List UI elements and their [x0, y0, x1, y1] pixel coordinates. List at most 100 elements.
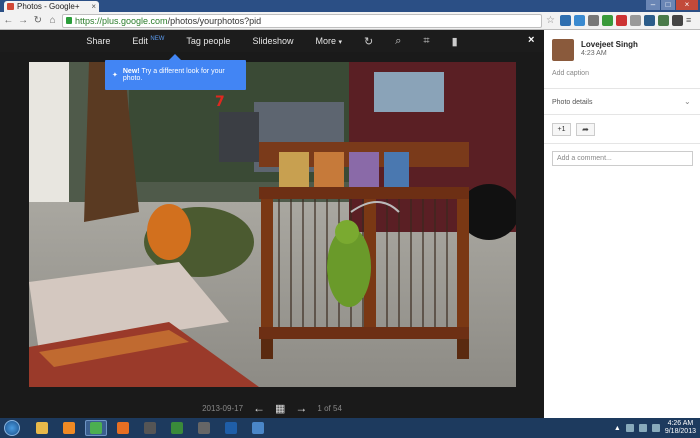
extension-icon[interactable] [644, 15, 655, 26]
comment-input[interactable]: Add a comment... [552, 151, 693, 166]
photo-position: 1 of 54 [317, 403, 342, 413]
back-icon[interactable]: ← [3, 15, 14, 27]
divider [544, 114, 700, 115]
user-name[interactable]: Lovejeet Singh [581, 40, 638, 49]
share-arrow-button[interactable]: ➦ [576, 123, 595, 136]
photo-viewer-toolbar: Share Edit NEW Tag people Slideshow More… [0, 30, 544, 52]
taskbar-app-app-star[interactable] [166, 420, 188, 436]
tab-title: Photos - Google+ [17, 2, 80, 11]
plus-one-button[interactable]: +1 [552, 123, 571, 136]
app-pen-icon [198, 422, 210, 434]
flag-icon[interactable] [625, 424, 634, 432]
tooltip-text: New! Try a different look for your photo… [123, 68, 246, 82]
extension-icon[interactable] [672, 15, 683, 26]
maximize-button[interactable]: □ [661, 0, 675, 10]
chevron-down-icon[interactable]: ⌄ [684, 97, 691, 106]
avatar[interactable] [552, 39, 574, 61]
zoom-icon[interactable]: ⌕ [395, 35, 401, 48]
trash-icon[interactable]: ▮ [452, 35, 458, 48]
app-star-icon [171, 422, 183, 434]
reload-icon[interactable]: ↻ [33, 15, 44, 27]
divider [544, 143, 700, 144]
lock-icon [66, 17, 72, 24]
system-tray: ▲ 4:26 AM 9/18/2013 [614, 420, 700, 436]
extension-icons: ☆ ≡ [546, 15, 697, 26]
tooltip-new-label: New! [122, 68, 140, 75]
add-caption-link[interactable]: Add caption [552, 70, 589, 77]
extension-icon[interactable] [658, 15, 669, 26]
viewer-close-icon[interactable]: × [528, 34, 534, 46]
next-arrow-icon[interactable]: → [295, 401, 307, 415]
rotate-icon[interactable]: ↻ [364, 35, 373, 48]
slideshow-button[interactable]: Slideshow [252, 36, 293, 46]
new-badge: NEW [150, 36, 165, 42]
app-blue-icon [252, 422, 264, 434]
tag-people-button[interactable]: Tag people [186, 36, 230, 46]
taskbar-app-game[interactable] [139, 420, 161, 436]
edit-label: Edit [132, 36, 148, 46]
clock[interactable]: 4:26 AM 9/18/2013 [665, 420, 696, 436]
divider [544, 88, 700, 89]
home-icon[interactable]: ⌂ [47, 15, 58, 27]
media-player-icon [63, 422, 75, 434]
annotation-number: 7 [215, 94, 225, 110]
taskbar-apps [31, 420, 269, 436]
grid-view-icon[interactable]: ▦ [275, 402, 285, 415]
photo-date: 2013-09-17 [202, 403, 244, 413]
tab-close-icon[interactable]: × [91, 2, 96, 11]
clock-date: 9/18/2013 [664, 428, 696, 435]
window-close-button[interactable]: × [676, 0, 698, 10]
clock-time: 4:26 AM [667, 420, 694, 427]
show-hidden-icons[interactable]: ▲ [614, 425, 621, 432]
more-button[interactable]: More ▾ [315, 36, 342, 46]
photo-details-toggle[interactable]: Photo details [552, 99, 592, 106]
more-label: More [315, 36, 336, 46]
post-time[interactable]: 4:23 AM [581, 50, 607, 57]
photo-navigation: 2013-09-17 ← ▦ → 1 of 54 [0, 398, 544, 418]
star-icon[interactable]: ☆ [546, 15, 557, 26]
share-button[interactable]: Share [86, 36, 110, 46]
extension-icon[interactable] [630, 15, 641, 26]
explorer-icon [36, 422, 48, 434]
url-path: /photos/yourphotos?pid [167, 15, 262, 26]
extension-icon[interactable] [588, 15, 599, 26]
extension-icon[interactable] [616, 15, 627, 26]
previous-arrow-icon[interactable]: ← [253, 401, 265, 415]
forward-icon[interactable]: → [18, 15, 29, 27]
browser-toolbar: ← → ↻ ⌂ https://plus.google.com/photos/y… [0, 12, 700, 30]
extension-icon[interactable] [574, 15, 585, 26]
address-bar[interactable]: https://plus.google.com/photos/yourphoto… [62, 13, 542, 28]
edit-button[interactable]: Edit NEW [132, 36, 164, 46]
photo-info-panel: Lovejeet Singh 4:23 AM Add caption Photo… [544, 30, 700, 418]
game-icon [144, 422, 156, 434]
browser-titlebar: Photos - Google+ × – □ × [0, 0, 700, 12]
chrome-icon [90, 422, 102, 434]
taskbar-app-firefox[interactable] [112, 420, 134, 436]
network-icon[interactable] [638, 424, 647, 432]
extension-icon[interactable] [602, 15, 613, 26]
menu-icon[interactable]: ≡ [686, 15, 697, 26]
main-photo [29, 62, 516, 387]
volume-icon[interactable] [651, 424, 660, 432]
photoshop-icon [225, 422, 237, 434]
taskbar-app-media-player[interactable] [58, 420, 80, 436]
url-domain: https://plus.google.com [75, 15, 168, 26]
crop-icon[interactable]: ⌗ [423, 35, 429, 48]
chevron-down-icon: ▾ [338, 39, 343, 46]
taskbar-app-app-blue[interactable] [247, 420, 269, 436]
taskbar-app-photoshop[interactable] [220, 420, 242, 436]
google-plus-icon [7, 3, 14, 10]
window-controls: – □ × [646, 0, 698, 10]
start-button[interactable] [4, 420, 20, 436]
taskbar-app-app-pen[interactable] [193, 420, 215, 436]
magic-wand-icon: ✦ [112, 72, 118, 79]
photo-image [29, 62, 516, 387]
extension-icon[interactable] [560, 15, 571, 26]
browser-tab[interactable]: Photos - Google+ × [4, 1, 99, 12]
minimize-button[interactable]: – [646, 0, 660, 10]
taskbar-app-chrome[interactable] [85, 420, 107, 436]
taskbar-app-explorer[interactable] [31, 420, 53, 436]
windows-taskbar: ▲ 4:26 AM 9/18/2013 [0, 418, 700, 438]
edit-tooltip: ✦ New! Try a different look for your pho… [105, 54, 246, 90]
firefox-icon [117, 422, 129, 434]
